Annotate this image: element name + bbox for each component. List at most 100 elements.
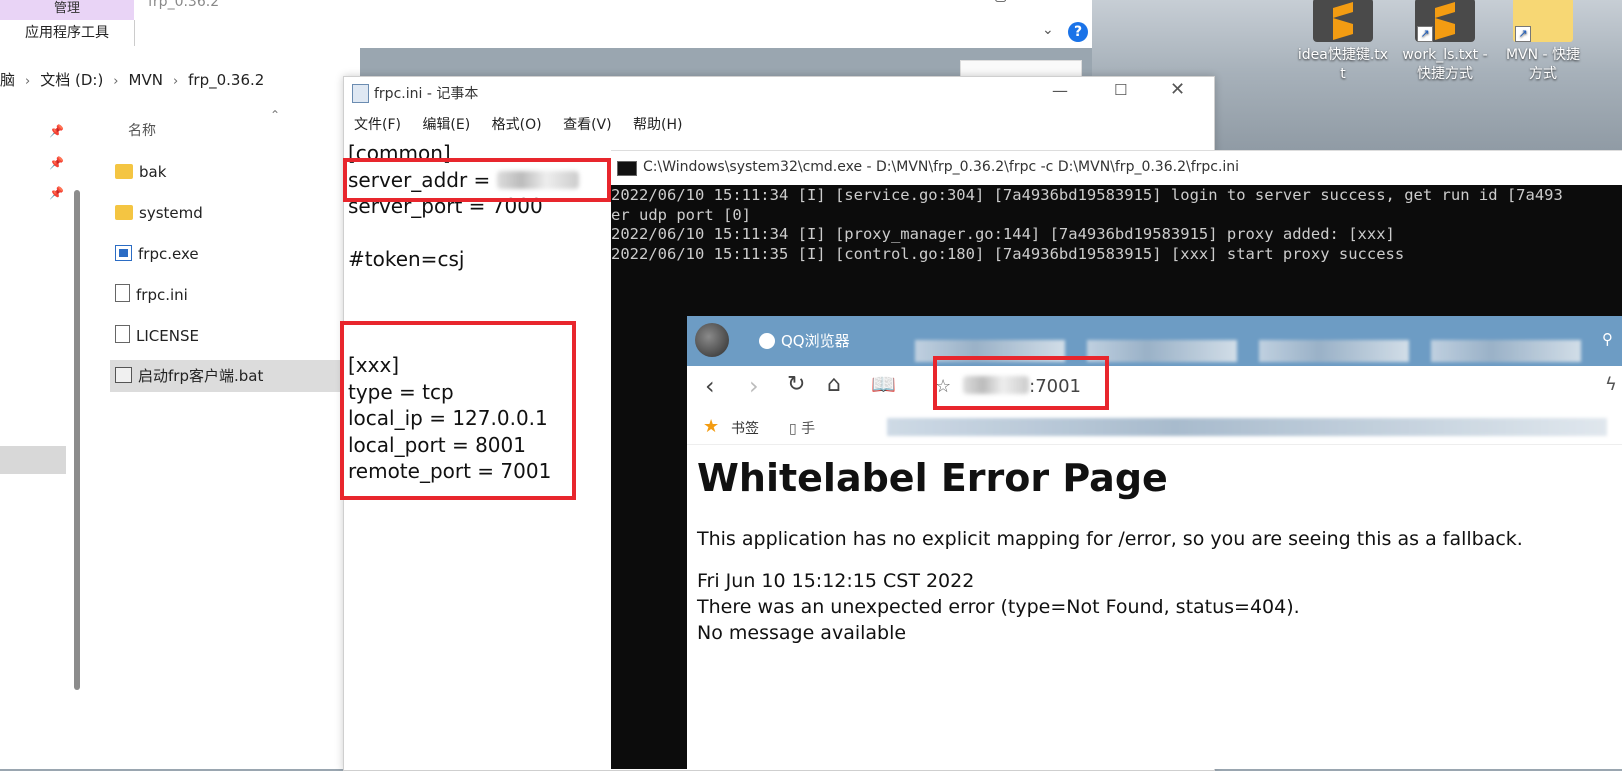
batch-file-icon [115,367,132,383]
minimize-button[interactable]: ▢ [994,0,1007,4]
window-title: frpc.ini - 记事本 [374,86,479,102]
ribbon-tab-app-tools[interactable]: 应用程序工具 [0,20,135,46]
reload-icon[interactable]: ↻ [787,372,805,397]
console-output[interactable]: 2022/06/10 15:11:34 [I] [service.go:304]… [611,186,1563,264]
file-name: 启动frp客户端.bat [138,367,264,385]
bookmarks-label[interactable]: 书签 [731,418,759,438]
search-icon[interactable]: ⚲ [1602,330,1613,348]
browser-toolbar: ‹ › ↻ ⌂ 📖 ☆:7001 ϟ [687,366,1622,410]
menu-view[interactable]: 查看(V) [563,117,612,133]
file-row-bak[interactable]: bak [110,156,342,188]
tab-bar: QQ浏览器 ⚲ [687,316,1622,366]
folder-icon [115,164,133,179]
breadcrumb: 脑 › 文档 (D:) › MVN › frp_0.36.2 [0,66,264,94]
tab-blurred[interactable] [1259,340,1409,362]
folder-icon: ↗ [1513,0,1573,42]
menu-file[interactable]: 文件(F) [354,117,401,133]
close-button[interactable]: ✕ [1170,79,1185,100]
cmd-title-bar[interactable]: C:\Windows\system32\cmd.exe - D:\MVN\frp… [611,150,1622,185]
tab-blurred[interactable] [1431,340,1581,362]
breadcrumb-item[interactable]: 脑 [0,71,15,89]
column-header-name[interactable]: 名称 [128,120,156,140]
bookmark-phone[interactable]: ▯ 手 [789,418,815,438]
shortcut-arrow-icon: ↗ [1417,26,1433,42]
file-name: frpc.exe [138,245,199,263]
sort-chevron-up-icon[interactable]: ⌃ [270,108,280,122]
console-line: 2022/06/10 15:11:34 [I] [service.go:304]… [611,186,1563,204]
menu-bar: 文件(F) 编辑(E) 格式(O) 查看(V) 帮助(H) [354,114,700,134]
document-icon [115,325,130,343]
text-line: #token=csj [348,247,465,271]
window-title: frp_0.36.2 [148,0,220,10]
menu-edit[interactable]: 编辑(E) [422,117,470,133]
close-button[interactable]: ✕ [1054,0,1066,4]
minimize-button[interactable]: — [1052,81,1068,100]
error-timestamp: Fri Jun 10 15:12:15 CST 2022 [697,570,975,592]
desktop-icon-mvn[interactable]: ↗ MVN - 快捷 方式 [1496,0,1590,84]
desktop-icon-label: idea快捷键.tx t [1297,47,1389,82]
pin-icon[interactable]: 📌 [49,186,64,200]
desktop-icon-idea-shortcuts[interactable]: idea快捷键.tx t [1296,0,1390,84]
console-line: 2022/06/10 15:11:34 [I] [proxy_manager.g… [611,225,1395,243]
page-content: Whitelabel Error Page This application h… [697,456,1523,646]
qq-browser-icon [759,333,775,349]
sublime-text-icon: ↗ [1415,0,1475,42]
file-row-license[interactable]: LICENSE [110,320,342,352]
menu-help[interactable]: 帮助(H) [633,117,682,133]
file-name: bak [139,163,167,181]
breadcrumb-item[interactable]: MVN [129,71,163,89]
console-line: 2022/06/10 15:11:35 [I] [control.go:180]… [611,244,1405,263]
bookmarks-bar: ★ 书签 ▯ 手 [687,410,1622,445]
notepad-icon [352,84,369,103]
lightning-icon[interactable]: ϟ [1605,374,1617,395]
highlight-server-addr [343,158,611,202]
nav-selected-item[interactable] [0,446,66,474]
breadcrumb-item[interactable]: 文档 (D:) [40,71,103,89]
document-icon [115,284,130,302]
bookmark-label: 手 [801,421,816,437]
console-line: er udp port [0] [611,205,751,224]
executable-icon [115,245,132,261]
menu-format[interactable]: 格式(O) [492,117,542,133]
error-message: This application has no explicit mapping… [697,528,1523,550]
reading-icon[interactable]: 📖 [871,372,896,396]
file-row-frpc-ini[interactable]: frpc.ini [110,279,342,311]
home-icon[interactable]: ⌂ [827,372,841,397]
bookmark-star-icon: ★ [703,416,720,437]
bookmarks-blurred [887,418,1607,436]
chevron-right-icon: › [25,74,31,89]
sublime-text-icon [1313,0,1373,42]
file-name: LICENSE [136,327,199,345]
forward-icon[interactable]: › [749,372,759,400]
browser-brand[interactable]: QQ浏览器 [759,330,850,351]
highlight-proxy-section [340,321,576,500]
ribbon-tab-manage[interactable]: 管理 [0,0,134,20]
explorer-top-strip [360,0,1092,48]
error-detail: No message available [697,622,907,644]
avatar[interactable] [695,323,729,357]
chevron-down-icon[interactable]: ⌄ [1042,22,1054,38]
back-icon[interactable]: ‹ [705,372,715,400]
desktop-icon-label: MVN - 快捷 方式 [1505,47,1581,82]
pin-icon[interactable]: 📌 [49,124,64,138]
cmd-icon [617,161,637,176]
file-row-systemd[interactable]: systemd [110,197,342,229]
help-icon[interactable]: ? [1068,22,1088,42]
chevron-right-icon: › [113,74,119,89]
file-row-frpc-exe[interactable]: frpc.exe [110,238,342,270]
maximize-button[interactable]: ☐ [1114,81,1127,99]
error-status: There was an unexpected error (type=Not … [697,596,1300,618]
browser-name: QQ浏览器 [781,332,850,350]
pin-icon[interactable]: 📌 [49,156,64,170]
file-row-start-bat[interactable]: 启动frp客户端.bat [110,360,360,392]
nav-scrollbar[interactable] [74,190,80,690]
window-title: C:\Windows\system32\cmd.exe - D:\MVN\frp… [643,159,1240,175]
folder-icon [115,205,133,220]
chevron-right-icon: › [172,74,179,89]
tab-blurred[interactable] [1087,340,1237,362]
breadcrumb-item[interactable]: frp_0.36.2 [188,71,264,89]
page-title: Whitelabel Error Page [697,456,1168,500]
navigation-pane: 📌 📌 📌 [0,110,66,740]
file-name: frpc.ini [136,286,188,304]
desktop-icon-work-ls[interactable]: ↗ work_ls.txt - 快捷方式 [1398,0,1492,84]
